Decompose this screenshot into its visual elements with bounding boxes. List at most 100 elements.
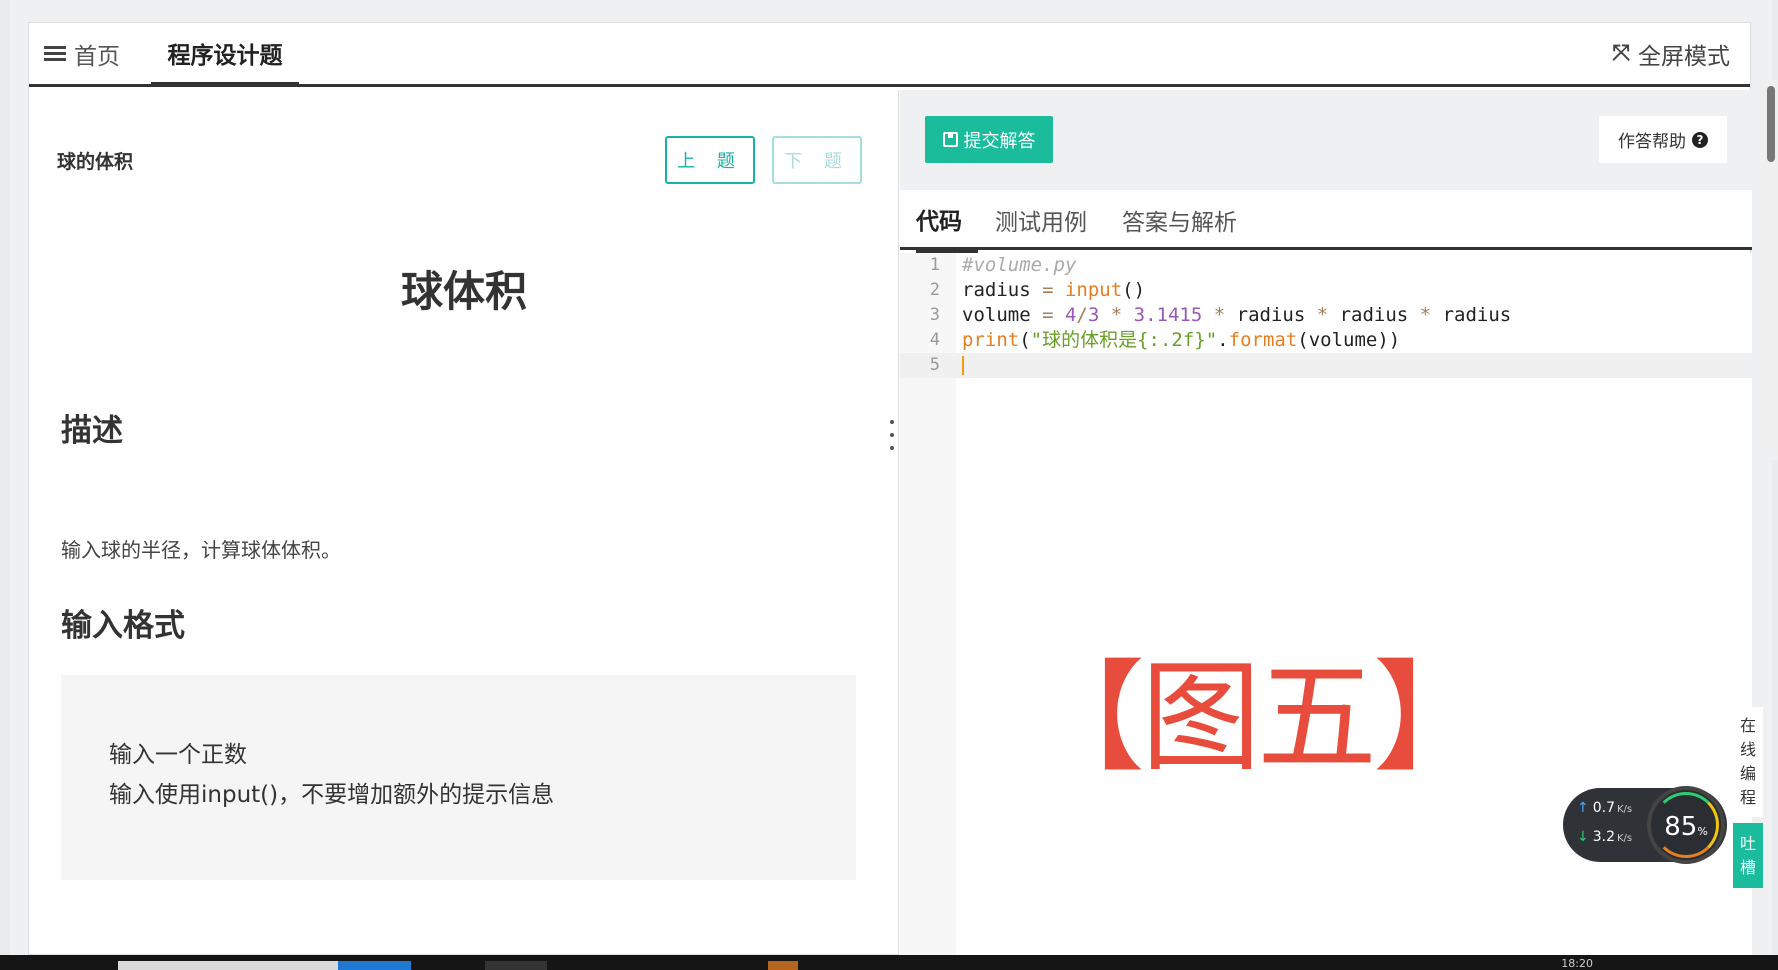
page-background: 首页 程序设计题 ⤧ 全屏模式 球的体积 上 题 下 题 球体积 描述 输入球的… [10,0,1772,956]
speed-unit: K/s [1617,804,1633,815]
code-line[interactable]: 4 print("球的体积是{:.2f}".format(volume)) [900,328,1752,353]
question-title: 球体积 [400,267,527,316]
code-tab-bar: 代码 测试用例 答案与解析 [900,190,1752,253]
code-operator: = [1030,304,1065,326]
code-operator: / [1076,304,1088,326]
taskbar-app[interactable] [768,961,798,970]
description-heading: 描述 [61,413,123,449]
code-line[interactable]: 1 #volume.py [900,253,1752,278]
code-text: print("球的体积是{:.2f}".format(volume)) [962,328,1400,353]
code-comment: #volume.py [962,254,1077,276]
taskbar-app-browser[interactable] [118,961,338,970]
taskbar-clock: 18:20 [1561,957,1593,970]
input-format-box: 输入一个正数 输入使用input()，不要增加额外的提示信息 [61,675,856,880]
line-number: 4 [929,330,940,350]
question-short-title: 球的体积 [57,151,134,173]
tab-code[interactable]: 代码 [916,190,978,253]
feedback-char: 槽 [1739,857,1756,877]
code-var: radius [962,279,1031,301]
save-icon [942,132,958,147]
description-text: 输入球的半径，计算球体体积。 [61,538,341,562]
gauge-percent-value: 85 [1664,812,1698,842]
gauge-percent-sign: % [1697,825,1708,838]
code-line-active[interactable]: 5 [900,353,1752,378]
line-number: 2 [929,280,940,300]
speed-unit: K/s [1617,833,1633,844]
answer-help-label: 作答帮助 [1618,132,1686,152]
code-line[interactable]: 3 volume = 4/3 * 3.1415 * radius * radiu… [900,303,1752,328]
figure-watermark: 【图五】 [1025,649,1493,788]
fullscreen-label: 全屏模式 [1638,43,1730,70]
code-var: radius [1236,304,1306,326]
next-question-button[interactable]: 下 题 [772,136,862,184]
code-operator: * [1305,304,1340,326]
os-taskbar: 18:20 [0,955,1778,970]
feedback-char: 吐 [1739,833,1756,853]
tab-home[interactable]: 首页 [44,23,120,84]
taskbar-app[interactable] [338,961,411,970]
upload-speed: ↑ 0.7 K/s [1577,800,1632,816]
tab-test-cases[interactable]: 测试用例 [995,190,1087,250]
code-text: volume = 4/3 * 3.1415 * radius * radius … [962,303,1511,328]
code-builtin: print [962,329,1020,351]
input-format-line: 输入使用input()，不要增加额外的提示信息 [109,782,555,808]
exercise-card: 首页 程序设计题 ⤧ 全屏模式 球的体积 上 题 下 题 球体积 描述 输入球的… [28,22,1752,956]
prev-question-button[interactable]: 上 题 [665,136,755,184]
feedback-button[interactable]: 吐 槽 [1733,823,1763,888]
code-var: radius [1442,304,1512,326]
submit-answer-button[interactable]: 提交解答 [925,116,1053,163]
code-method: format [1228,329,1298,351]
online-coding-char: 程 [1739,788,1756,807]
list-icon [44,45,66,62]
code-builtin: input [1064,279,1123,301]
memory-gauge: 85% [1647,786,1725,864]
expand-icon: ⤧ [1612,41,1630,66]
online-coding-char: 在 [1739,716,1756,735]
code-paren: () [1122,279,1146,301]
online-coding-button[interactable]: 在 线 编 程 [1733,707,1763,817]
editor-toolbar: 提交解答 作答帮助 ? [900,90,1752,190]
network-monitor-widget[interactable]: ↑ 0.7 K/s ↓ 3.2 K/s 85% [1563,786,1727,864]
code-operator: * [1408,304,1443,326]
online-coding-char: 线 [1739,740,1756,759]
arrow-up-icon: ↑ [1577,800,1589,816]
code-string: "球的体积是{:.2f}" [1030,329,1218,351]
question-panel: 球的体积 上 题 下 题 球体积 描述 输入球的半径，计算球体体积。 输入格式 … [29,90,899,956]
tab-answer-analysis[interactable]: 答案与解析 [1122,190,1237,250]
code-operator: * [1202,304,1237,326]
fullscreen-button[interactable]: ⤧ 全屏模式 [1612,23,1730,84]
code-number: 3 [1087,304,1100,326]
arrow-down-icon: ↓ [1577,829,1589,845]
taskbar-app[interactable] [485,961,547,970]
gauge-percent: 85% [1651,812,1721,842]
tab-home-label: 首页 [74,43,120,70]
code-number: 3.1415 [1133,304,1203,326]
download-value: 3.2 [1592,829,1615,845]
code-paren: ( [1019,329,1031,351]
code-operator: * [1099,304,1134,326]
code-operator: = [1030,279,1065,301]
top-tab-bar: 首页 程序设计题 ⤧ 全屏模式 [29,23,1750,87]
code-var: radius [1339,304,1409,326]
answer-help-button[interactable]: 作答帮助 ? [1599,116,1727,163]
online-coding-char: 编 [1739,764,1756,783]
text-cursor [962,356,964,375]
code-var: volume [962,304,1031,326]
question-circle-icon: ? [1692,131,1708,148]
input-format-line: 输入一个正数 [109,742,247,768]
code-args: (volume)) [1297,329,1401,351]
line-number: 1 [929,255,940,275]
code-text: #volume.py [962,253,1076,278]
panel-resize-handle[interactable] [889,420,895,470]
submit-answer-label: 提交解答 [963,130,1036,152]
code-dot: . [1217,329,1229,351]
page-scrollbar-thumb[interactable] [1767,86,1775,162]
line-number: 3 [929,305,940,325]
input-format-heading: 输入格式 [61,608,185,644]
code-line[interactable]: 2 radius = input() [900,278,1752,303]
line-number: 5 [929,355,940,375]
tab-programming[interactable]: 程序设计题 [151,23,299,87]
upload-value: 0.7 [1592,800,1615,816]
download-speed: ↓ 3.2 K/s [1577,829,1632,845]
code-text: radius = input() [962,278,1145,303]
